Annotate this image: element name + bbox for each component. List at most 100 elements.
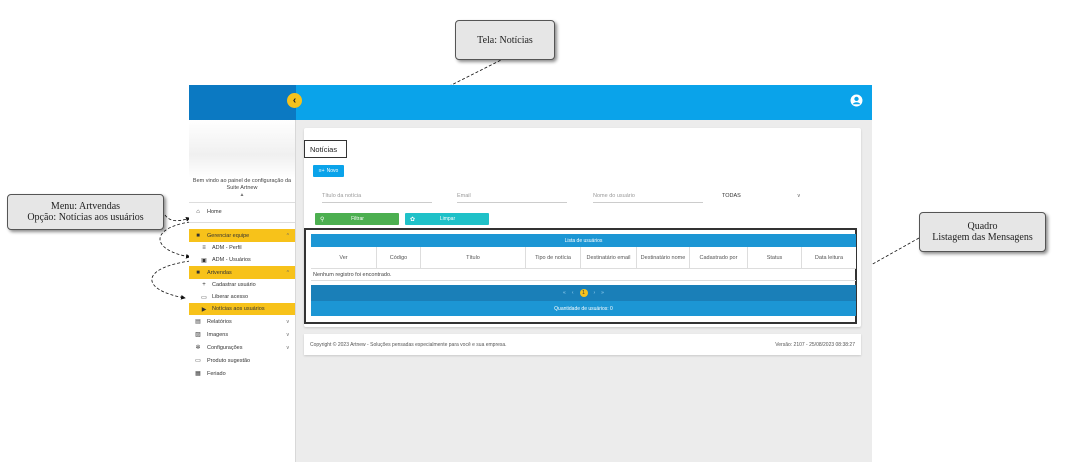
filter-button[interactable]: ⚲ Filtrar (315, 213, 399, 225)
team-icon: ■ (196, 232, 200, 239)
key-icon: ▭ (201, 294, 207, 301)
send-icon: ▶ (201, 306, 207, 313)
chevron-up-icon: ^ (286, 232, 289, 239)
email-filter-input[interactable]: Email (457, 193, 567, 203)
callout-tela-text: Tela: Notícias (477, 34, 533, 46)
first-page-icon[interactable]: « (563, 290, 566, 296)
page-footer: Copyright © 2023 Artnew - Soluções pensa… (304, 334, 861, 355)
current-page[interactable]: 1 (579, 289, 588, 297)
page-title: Notícias (304, 140, 347, 158)
email-filter-placeholder: Email (457, 193, 471, 199)
sidebar-item-label: Feriado (207, 370, 226, 377)
sidebar-item-label: Imagens (207, 331, 229, 338)
sidebar-item-configuracoes[interactable]: ✲ Configurações v (189, 341, 295, 354)
news-card: Notícias ≡+ Novo Título da notícia Email… (304, 128, 861, 327)
column-header-cadastrado[interactable]: Cadastrado por (690, 247, 748, 268)
arrow-menu-artvendas (159, 221, 191, 259)
pagination: « ‹ 1 › » (311, 285, 856, 301)
user-add-icon: + (202, 282, 206, 288)
sidebar-item-cadastrar-usuario[interactable]: + Cadastrar usuário (189, 279, 295, 291)
sidebar: Bem vindo ao painel de configuração da S… (189, 120, 296, 462)
prev-page-icon[interactable]: ‹ (572, 290, 574, 296)
callout-menu-line1: Menu: Artvendas (50, 201, 121, 212)
table-header-row: Ver Código Título Tipo de notícia Destin… (311, 247, 856, 269)
sidebar-item-adm-perfil[interactable]: ≡ ADM - Perfil (189, 242, 295, 254)
messages-table-frame: Lista de usuários Ver Código Título Tipo… (304, 228, 857, 324)
copyright-text: Copyright © 2023 Artnew - Soluções pensa… (310, 341, 507, 348)
column-header-codigo[interactable]: Código (377, 247, 421, 268)
store-icon: ■ (196, 269, 200, 276)
divider (189, 222, 295, 223)
callout-menu-line2: Opção: Notícias aos usuários (27, 212, 144, 223)
next-page-icon[interactable]: › (594, 290, 596, 296)
sidebar-item-label: Home (207, 208, 222, 215)
sidebar-item-liberar-acesso[interactable]: ▭ Liberar acesso (189, 291, 295, 303)
column-header-dest-email[interactable]: Destinatário email (581, 247, 637, 268)
title-filter-placeholder: Título da notícia (322, 193, 362, 199)
account-circle-icon[interactable] (850, 94, 863, 107)
product-icon: ▭ (195, 358, 201, 364)
sidebar-item-relatorios[interactable]: ▤ Relatórios v (189, 315, 295, 328)
column-header-titulo[interactable]: Título (421, 247, 526, 268)
chevron-up-icon[interactable]: ▲ (189, 192, 295, 200)
sidebar-logo (189, 120, 295, 178)
table-title: Lista de usuários (311, 234, 856, 247)
chevron-up-icon: ^ (286, 269, 289, 276)
clear-button[interactable]: ✿ Limpar (405, 213, 489, 225)
sidebar-item-label: Gerenciar equipe (207, 232, 250, 239)
table-footer-count: Quantidade de usuários: 0 (311, 301, 856, 316)
image-icon: ▨ (195, 332, 201, 338)
column-header-data-leitura[interactable]: Data leitura (802, 247, 856, 268)
callout-quadro-line1: Quadro (967, 221, 998, 232)
sidebar-item-label: Artvendas (207, 269, 232, 276)
column-header-tipo[interactable]: Tipo de notícia (526, 247, 581, 268)
arrow-menu-noticias (151, 260, 191, 300)
status-select[interactable]: TODAS v (722, 193, 802, 203)
callout-quadro: Quadro Listagem das Mensagens (919, 212, 1046, 252)
sidebar-item-home[interactable]: ⌂ Home (189, 205, 295, 218)
chevron-down-icon: v (286, 344, 290, 351)
sidebar-item-feriado[interactable]: ▦ Feriado (189, 367, 295, 380)
sidebar-item-gerenciar-equipe[interactable]: ■ Gerenciar equipe ^ (189, 229, 295, 242)
app-window: ‹ Bem vindo ao painel de configuração da… (189, 85, 872, 462)
column-header-status[interactable]: Status (748, 247, 802, 268)
report-icon: ▤ (195, 319, 201, 325)
chevron-down-icon: v (286, 318, 290, 325)
sidebar-item-label: Notícias aos usuários (212, 306, 265, 312)
sidebar-item-artvendas[interactable]: ■ Artvendas ^ (189, 266, 295, 279)
sidebar-item-label: Relatórios (207, 318, 232, 325)
chevron-down-icon: v (286, 331, 290, 338)
sidebar-item-noticias-usuarios[interactable]: ▶ Notícias aos usuários (189, 303, 295, 315)
user-box-icon: ▣ (201, 257, 207, 264)
divider (189, 202, 295, 203)
gear-icon: ✲ (195, 345, 201, 351)
filter-button-label: Filtrar (351, 216, 364, 222)
new-button[interactable]: ≡+ Novo (313, 165, 344, 177)
list-icon: ≡ (202, 245, 206, 251)
callout-quadro-line2: Listagem das Mensagens (932, 232, 1033, 243)
version-text: Versão: 2107 - 25/08/2023 08:38:27 (775, 341, 855, 348)
sidebar-item-produto-sugestao[interactable]: ▭ Produto sugestão (189, 354, 295, 367)
user-name-filter-input[interactable]: Nome do usuário (593, 193, 703, 203)
sidebar-item-imagens[interactable]: ▨ Imagens v (189, 328, 295, 341)
callout-tela: Tela: Notícias (455, 20, 555, 60)
column-header-dest-nome[interactable]: Destinatário nome (637, 247, 690, 268)
column-header-ver[interactable]: Ver (311, 247, 377, 268)
last-page-icon[interactable]: » (601, 290, 604, 296)
empty-message: Nenhum registro foi encontrado. (311, 270, 856, 281)
user-name-filter-placeholder: Nome do usuário (593, 193, 635, 199)
top-bar-brand-area (189, 85, 296, 120)
home-icon: ⌂ (196, 208, 200, 215)
add-list-icon: ≡+ (318, 168, 325, 174)
welcome-text: Bem vindo ao painel de configuração da S… (192, 178, 292, 191)
arrow-menu-gerenciar (164, 214, 191, 222)
sidebar-item-label: ADM - Usuários (212, 257, 251, 263)
status-select-value: TODAS (722, 193, 741, 199)
chevron-down-icon: v (797, 193, 801, 199)
sidebar-item-adm-usuarios[interactable]: ▣ ADM - Usuários (189, 254, 295, 266)
callout-menu: Menu: Artvendas Opção: Notícias aos usuá… (7, 194, 164, 230)
sidebar-item-label: Cadastrar usuário (212, 282, 256, 288)
title-filter-input[interactable]: Título da notícia (322, 193, 432, 203)
main-content: Notícias ≡+ Novo Título da notícia Email… (296, 120, 872, 462)
chevron-left-icon[interactable]: ‹ (287, 93, 302, 108)
